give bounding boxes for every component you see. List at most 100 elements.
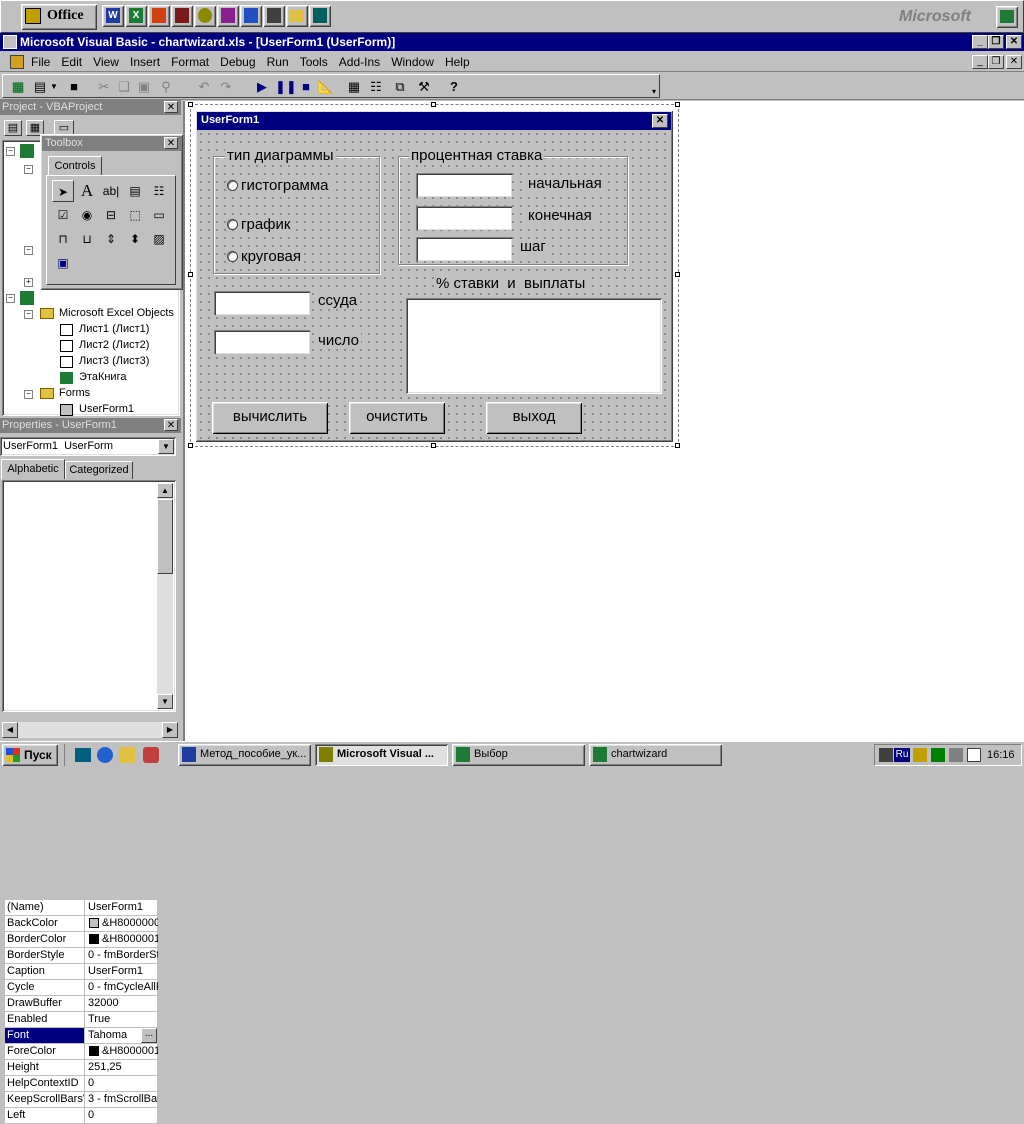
chevron-down-icon[interactable]: ▼ [158, 439, 174, 454]
listbox-icon[interactable]: ☷ [148, 180, 170, 202]
tray-icon[interactable] [913, 748, 927, 762]
resize-handle[interactable] [431, 443, 436, 448]
child-restore-icon[interactable]: ❐ [988, 55, 1004, 69]
property-value[interactable]: True [86, 1012, 158, 1027]
copy-icon[interactable]: ❏ [115, 78, 133, 96]
scrollbar-icon[interactable]: ⇕ [100, 228, 122, 250]
vbe-title-bar[interactable]: Microsoft Visual Basic - chartwizard.xls… [0, 33, 1024, 51]
spinbutton-icon[interactable]: ⬍ [124, 228, 146, 250]
number-input[interactable] [214, 330, 310, 354]
menu-run[interactable]: Run [263, 53, 293, 71]
ie-icon[interactable] [97, 747, 113, 763]
project-explorer-icon[interactable]: ▦ [345, 78, 363, 96]
restore-icon[interactable]: ❐ [988, 35, 1004, 49]
rate-start-input[interactable] [416, 173, 512, 197]
powerpoint-icon[interactable] [148, 5, 170, 27]
property-row[interactable]: BorderStyle 0 - fmBorderSt [5, 948, 158, 964]
resize-handle[interactable] [675, 102, 680, 107]
resize-handle[interactable] [675, 443, 680, 448]
image-icon[interactable]: ▨ [148, 228, 170, 250]
toolbar-options-icon[interactable]: ▾ [649, 83, 659, 101]
dropdown-arrow-icon[interactable]: ▼ [49, 78, 59, 96]
redo-icon[interactable]: ↷ [217, 78, 235, 96]
property-value[interactable]: &H8000001 [86, 932, 158, 947]
tree-item-sheet1[interactable]: Лист1 (Лист1) [79, 323, 149, 335]
tree-item-userform1[interactable]: UserForm1 [79, 403, 134, 415]
office-button[interactable]: Office [21, 4, 97, 30]
tree-item-sheet3[interactable]: Лист3 (Лист3) [79, 355, 149, 367]
scroll-thumb[interactable] [157, 499, 173, 574]
break-icon[interactable]: ❚❚ [275, 78, 297, 96]
toolbox-title-bar[interactable]: Toolbox ✕ [42, 136, 181, 151]
property-value[interactable]: 0 [86, 1108, 158, 1123]
tree-expander-icon[interactable]: − [24, 165, 33, 174]
help-icon[interactable]: ? [445, 78, 463, 96]
textbox-icon[interactable]: ab| [100, 180, 122, 202]
calculate-button[interactable]: вычислить [212, 402, 328, 434]
clock[interactable]: 16:16 [987, 749, 1015, 761]
menu-window[interactable]: Window [387, 53, 438, 71]
task-word-document[interactable]: Метод_пособие_ук... [178, 744, 311, 766]
clear-button[interactable]: очистить [349, 402, 445, 434]
excel-icon[interactable]: X [125, 5, 147, 27]
property-value[interactable]: 0 - fmCycleAllF [86, 980, 158, 995]
frame-icon[interactable]: ⬚ [124, 204, 146, 226]
find-icon[interactable]: ⚲ [157, 78, 175, 96]
toolbox-close-icon[interactable]: ✕ [164, 137, 178, 149]
document-icon[interactable] [10, 55, 24, 69]
ellipsis-icon[interactable]: ... [141, 1028, 157, 1043]
tree-expander-icon[interactable]: − [24, 390, 33, 399]
tabstrip-icon[interactable]: ⊓ [52, 228, 74, 250]
resize-handle[interactable] [431, 102, 436, 107]
menu-edit[interactable]: Edit [57, 53, 86, 71]
property-row[interactable]: Enabled True [5, 1012, 157, 1028]
internet-icon[interactable] [240, 5, 262, 27]
tray-icon[interactable] [949, 748, 963, 762]
property-row[interactable]: ForeColor &H8000001 [5, 1044, 158, 1060]
userform-close-icon[interactable]: ✕ [652, 114, 668, 128]
channels-icon[interactable] [143, 747, 159, 763]
desktop-icon[interactable] [75, 748, 91, 762]
property-row[interactable]: KeepScrollBarsVi 3 - fmScrollBar [5, 1092, 158, 1108]
tree-expander-icon[interactable]: − [6, 294, 15, 303]
property-row[interactable]: DrawBuffer 32000 [5, 996, 157, 1012]
tray-icon[interactable] [931, 748, 945, 762]
tree-expander-icon[interactable]: − [24, 246, 33, 255]
label-icon[interactable]: A [76, 180, 98, 202]
menu-view[interactable]: View [89, 53, 123, 71]
child-close-icon[interactable]: ✕ [1006, 55, 1022, 69]
menu-format[interactable]: Format [167, 53, 213, 71]
start-button[interactable]: Пуск [2, 744, 58, 766]
radio-graph[interactable] [227, 219, 238, 230]
scroll-left-icon[interactable]: ◀ [2, 722, 18, 738]
resize-handle[interactable] [188, 272, 193, 277]
property-value[interactable]: 0 [86, 1076, 158, 1091]
task-vbe[interactable]: Microsoft Visual ... [315, 744, 448, 766]
rate-end-input[interactable] [416, 206, 512, 230]
property-row[interactable]: Caption UserForm1 [5, 964, 157, 980]
property-value[interactable]: &H8000001 [86, 1044, 158, 1059]
multipage-icon[interactable]: ⊔ [76, 228, 98, 250]
menu-debug[interactable]: Debug [216, 53, 259, 71]
office-bar-menu-icon[interactable] [996, 6, 1018, 28]
insert-userform-icon[interactable]: ▤ [31, 78, 49, 96]
child-minimize-icon[interactable]: _ [972, 55, 988, 69]
access-icon[interactable] [171, 5, 193, 27]
language-indicator[interactable]: Ru [894, 748, 910, 762]
task-excel-vybor[interactable]: Выбор [452, 744, 585, 766]
tree-item-thisworkbook[interactable]: ЭтаКнига [79, 371, 126, 383]
tree-item-sheet2[interactable]: Лист2 (Лист2) [79, 339, 149, 351]
property-value[interactable]: 251,25 [86, 1060, 158, 1075]
property-row[interactable]: Font Tahoma... [5, 1028, 157, 1044]
design-mode-icon[interactable]: 📐 [317, 78, 335, 96]
properties-vscroll[interactable]: ▲ ▼ [157, 483, 173, 709]
refedit-icon[interactable]: ▣ [52, 252, 74, 274]
property-value[interactable]: &H8000000 [86, 916, 158, 931]
exit-button[interactable]: выход [486, 402, 582, 434]
toolbox-icon[interactable]: ⚒ [415, 78, 433, 96]
font-ellipsis-button[interactable] [140, 612, 156, 627]
property-value[interactable]: UserForm1 [86, 900, 158, 915]
property-row[interactable]: Cycle 0 - fmCycleAllF [5, 980, 158, 996]
close-icon[interactable]: ✕ [1006, 35, 1022, 49]
tree-item-excel-objects[interactable]: Microsoft Excel Objects [59, 307, 174, 319]
